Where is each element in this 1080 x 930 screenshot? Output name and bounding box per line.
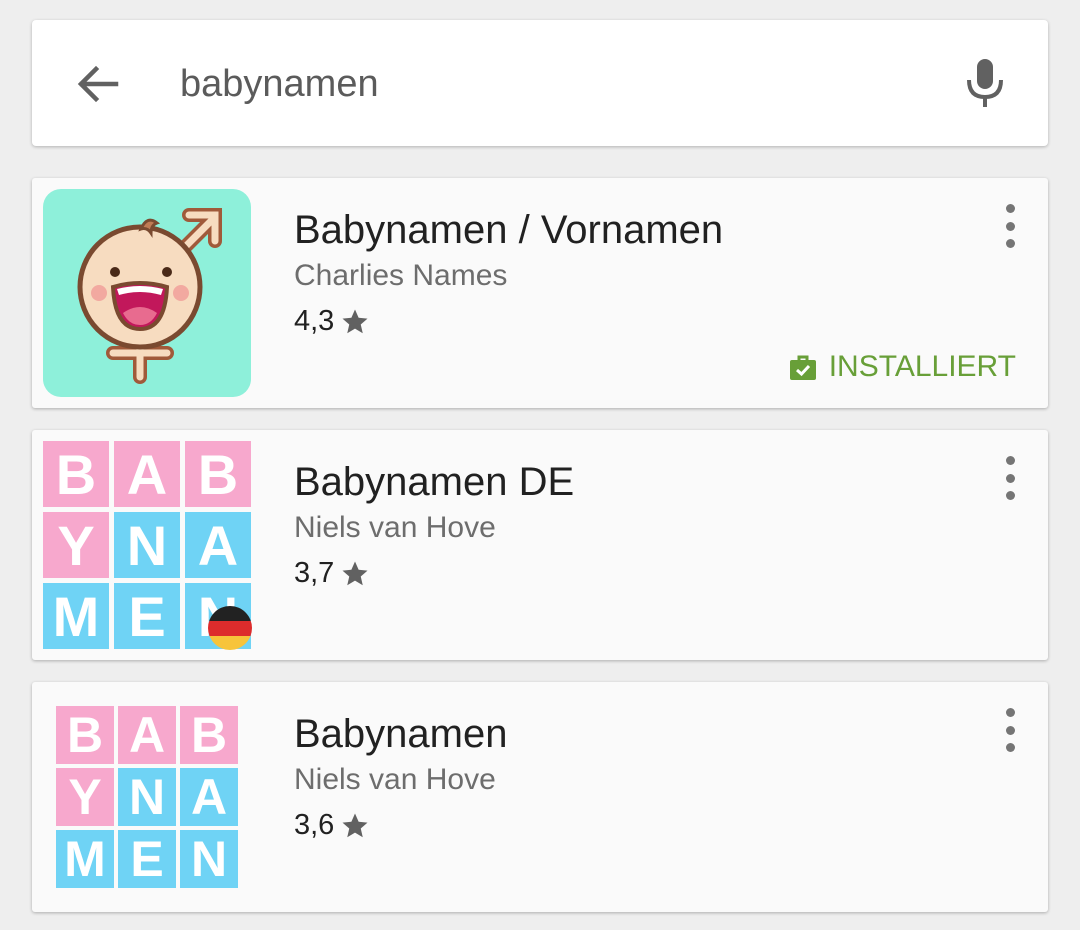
letter-tile: N — [180, 830, 238, 888]
shopping-bag-check-icon — [789, 355, 816, 380]
letter-tile: E — [118, 830, 176, 888]
dot — [1005, 708, 1015, 717]
app-rating: 4,3 — [294, 305, 370, 338]
letter-tile: E — [114, 583, 180, 649]
app-title: Babynamen / Vornamen — [294, 208, 724, 252]
dot — [1005, 456, 1015, 465]
installed-status: INSTALLIERT — [789, 350, 1016, 384]
letter-tile: Y — [43, 512, 109, 578]
app-icon — [43, 189, 251, 397]
letter-tile: A — [180, 768, 238, 826]
app-card-babynamen[interactable]: B A B Y N A M E N Babynamen Niels van Ho… — [32, 682, 1048, 912]
star-icon — [342, 561, 368, 585]
baby-face-gender-symbol-icon — [43, 189, 251, 397]
back-button[interactable] — [72, 58, 124, 110]
rating-value: 3,6 — [294, 809, 335, 841]
star-icon — [342, 309, 368, 333]
dot — [1005, 491, 1015, 500]
dot — [1005, 239, 1015, 248]
app-developer: Charlies Names — [294, 259, 508, 292]
letter-tile: M — [56, 830, 114, 888]
babynamen-letter-grid-with-german-flag-icon: B A B Y N A M E N — [43, 441, 252, 650]
app-title: Babynamen — [294, 712, 508, 756]
letter-tile: A — [114, 441, 180, 507]
letter-tile: B — [180, 706, 238, 764]
letter-tile: B — [43, 441, 109, 507]
rating-value: 3,7 — [294, 557, 335, 589]
letter-tile: A — [118, 706, 176, 764]
microphone-icon — [967, 59, 1003, 107]
dot — [1005, 725, 1015, 735]
letter-tile: N — [118, 768, 176, 826]
dot — [1005, 743, 1015, 752]
overflow-menu-button[interactable] — [996, 204, 1024, 248]
german-flag-icon — [208, 606, 252, 650]
dot — [1005, 204, 1015, 213]
app-card-babynamen-vornamen[interactable]: Babynamen / Vornamen Charlies Names 4,3 … — [32, 178, 1048, 408]
babynamen-letter-grid-icon: B A B Y N A M E N — [56, 706, 238, 888]
app-title: Babynamen DE — [294, 460, 575, 504]
installed-label: INSTALLIERT — [828, 350, 1016, 383]
app-card-babynamen-de[interactable]: B A B Y N A M E N Babynamen DE Niels van… — [32, 430, 1048, 660]
app-developer: Niels van Hove — [294, 763, 496, 796]
mic-button[interactable] — [960, 56, 1010, 116]
app-rating: 3,6 — [294, 809, 370, 842]
arrow-back-icon — [77, 65, 119, 103]
letter-tile: B — [185, 441, 251, 507]
app-icon: B A B Y N A M E N — [43, 441, 252, 650]
search-input[interactable] — [180, 58, 920, 110]
search-bar — [32, 20, 1048, 146]
overflow-menu-button[interactable] — [996, 708, 1024, 752]
dot — [1005, 221, 1015, 231]
app-developer: Niels van Hove — [294, 511, 496, 544]
letter-tile: N — [114, 512, 180, 578]
app-icon: B A B Y N A M E N — [56, 706, 238, 888]
dot — [1005, 473, 1015, 483]
overflow-menu-button[interactable] — [996, 456, 1024, 500]
letter-tile: Y — [56, 768, 114, 826]
app-rating: 3,7 — [294, 557, 370, 590]
rating-value: 4,3 — [294, 305, 335, 337]
letter-tile: B — [56, 706, 114, 764]
letter-tile: M — [43, 583, 109, 649]
letter-tile: A — [185, 512, 251, 578]
star-icon — [342, 813, 368, 837]
